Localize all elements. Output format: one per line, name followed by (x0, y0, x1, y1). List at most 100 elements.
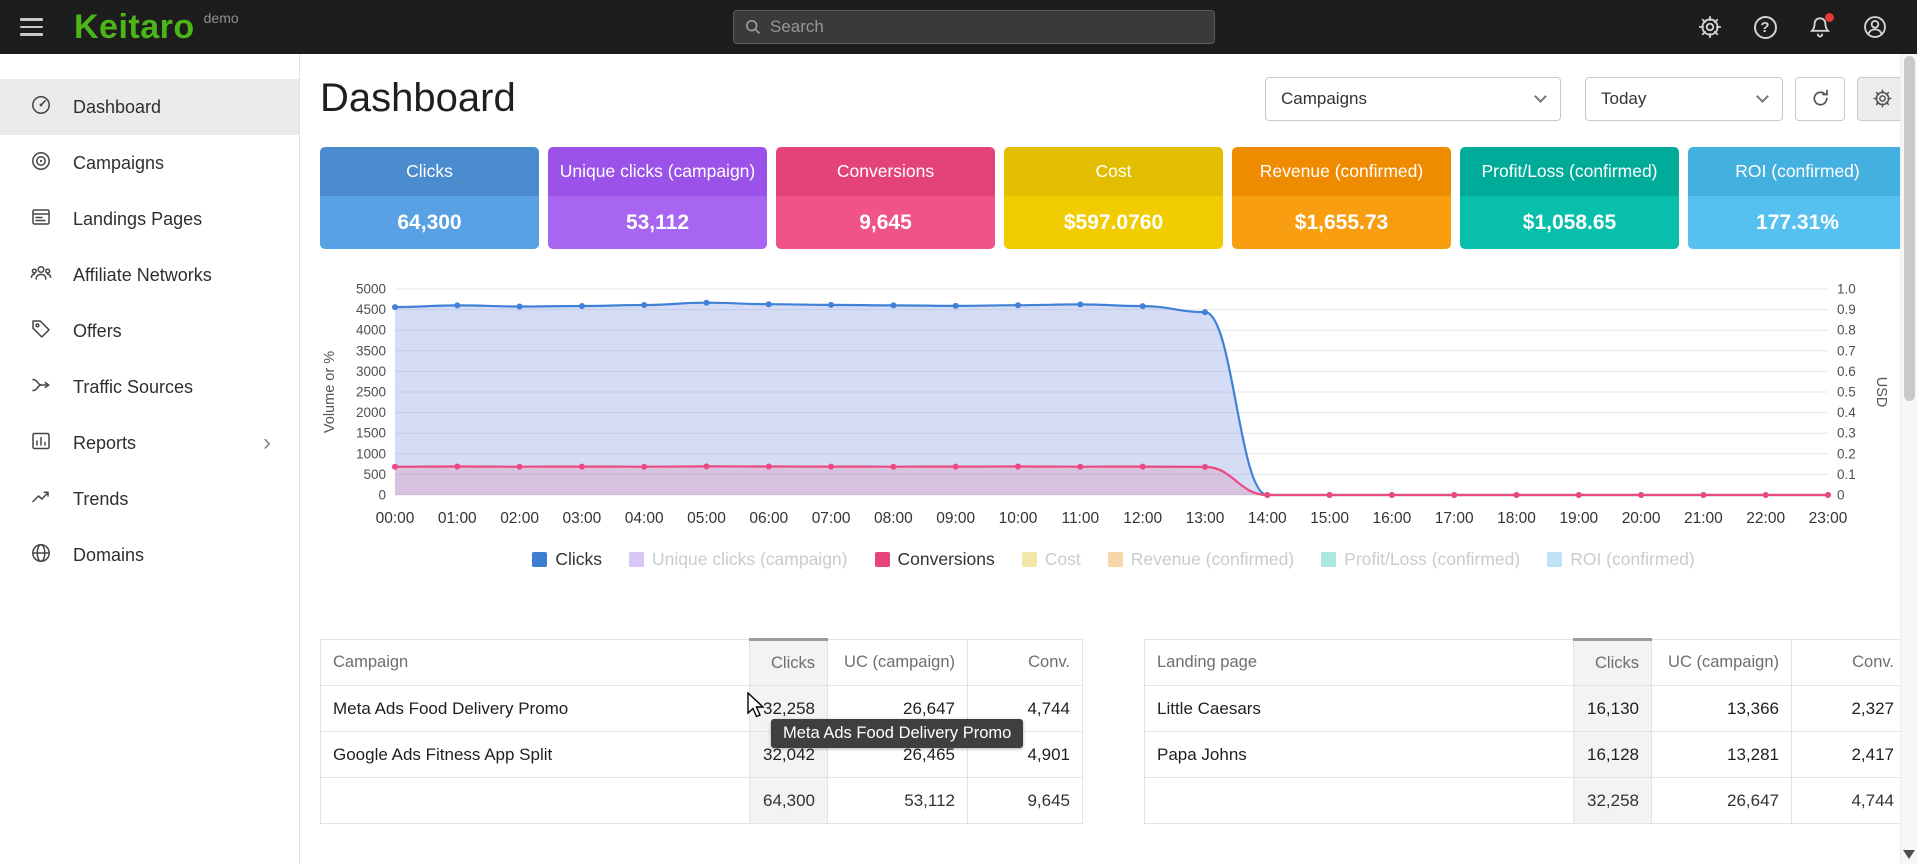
grouping-select[interactable]: Campaigns (1265, 77, 1561, 121)
legend-item-clicks[interactable]: Clicks (532, 549, 602, 570)
search-input[interactable] (770, 17, 1203, 37)
scroll-down-arrow[interactable] (1903, 850, 1915, 859)
svg-text:14:00: 14:00 (1248, 510, 1287, 527)
refresh-button[interactable] (1795, 77, 1845, 121)
hamburger-menu-button[interactable] (20, 18, 46, 36)
people-icon (30, 262, 52, 289)
hamburger-menu-icon (20, 18, 43, 21)
legend-label: Conversions (898, 549, 995, 570)
help-icon: ? (1754, 16, 1777, 39)
metric-card-profit-loss-confirmed[interactable]: Profit/Loss (confirmed)$1,058.65 (1460, 147, 1679, 249)
column-header-clicks[interactable]: Clicks (1574, 640, 1652, 686)
svg-text:22:00: 22:00 (1746, 510, 1785, 527)
metric-label: Clicks (320, 147, 539, 196)
row-tooltip: Meta Ads Food Delivery Promo (771, 719, 1023, 748)
sidebar-item-dashboard[interactable]: Dashboard (0, 79, 299, 135)
tag-icon (30, 318, 52, 345)
legend-label: Profit/Loss (confirmed) (1344, 549, 1520, 570)
legend-item-cost[interactable]: Cost (1022, 549, 1081, 570)
legend-item-revenue-confirmed[interactable]: Revenue (confirmed) (1108, 549, 1294, 570)
svg-text:16:00: 16:00 (1373, 510, 1412, 527)
report-icon (30, 430, 52, 457)
sidebar-item-landings-pages[interactable]: Landings Pages (0, 191, 299, 247)
metric-cards-row: Clicks64,300Unique clicks (campaign)53,1… (320, 147, 1907, 249)
svg-text:11:00: 11:00 (1061, 510, 1099, 527)
sidebar-item-label: Offers (73, 321, 122, 342)
sidebar-item-trends[interactable]: Trends (0, 471, 299, 527)
svg-text:2000: 2000 (356, 405, 386, 420)
globe-icon (30, 542, 52, 569)
app-logo[interactable]: Keitaro demo (74, 8, 239, 46)
legend-item-unique-clicks-campaign[interactable]: Unique clicks (campaign) (629, 549, 848, 570)
sidebar-item-traffic-sources[interactable]: Traffic Sources (0, 359, 299, 415)
column-header-uc-campaign[interactable]: UC (campaign) (828, 640, 968, 686)
metric-label: ROI (confirmed) (1688, 147, 1907, 196)
chart-legend: Clicks Unique clicks (campaign) Conversion… (320, 549, 1907, 570)
metric-card-unique-clicks-campaign[interactable]: Unique clicks (campaign)53,112 (548, 147, 767, 249)
metric-label: Conversions (776, 147, 995, 196)
sidebar-item-reports[interactable]: Reports› (0, 415, 299, 471)
topbar-actions: ? (1696, 13, 1889, 41)
metric-card-roi-confirmed[interactable]: ROI (confirmed)177.31% (1688, 147, 1907, 249)
scrollbar[interactable] (1900, 54, 1917, 864)
svg-text:2500: 2500 (356, 385, 386, 400)
metric-value: 53,112 (548, 196, 767, 249)
legend-item-profit-loss-confirmed[interactable]: Profit/Loss (confirmed) (1321, 549, 1520, 570)
table-row[interactable]: Little Caesars16,13013,3662,327 (1145, 686, 1907, 732)
svg-text:01:00: 01:00 (438, 510, 477, 527)
env-label: demo (204, 10, 239, 26)
metric-card-clicks[interactable]: Clicks64,300 (320, 147, 539, 249)
gauge-icon (30, 94, 52, 121)
sidebar-item-affiliate-networks[interactable]: Affiliate Networks (0, 247, 299, 303)
trend-icon (30, 486, 52, 513)
metric-card-revenue-confirmed[interactable]: Revenue (confirmed)$1,655.73 (1232, 147, 1451, 249)
table-row[interactable]: Papa Johns16,12813,2812,417 (1145, 732, 1907, 778)
sidebar-item-label: Landings Pages (73, 209, 202, 230)
svg-text:1500: 1500 (356, 426, 386, 441)
legend-item-roi-confirmed[interactable]: ROI (confirmed) (1547, 549, 1694, 570)
svg-text:00:00: 00:00 (376, 510, 415, 527)
help-button[interactable]: ? (1751, 13, 1779, 41)
metric-card-conversions[interactable]: Conversions9,645 (776, 147, 995, 249)
metric-label: Revenue (confirmed) (1232, 147, 1451, 196)
legend-label: Cost (1045, 549, 1081, 570)
landings-table: Landing pageClicksUC (campaign)Conv.Litt… (1144, 638, 1907, 824)
summary-tables: CampaignClicksUC (campaign)Conv.Meta Ads… (320, 638, 1907, 824)
settings-button[interactable] (1696, 13, 1724, 41)
pages-icon (30, 206, 52, 233)
sidebar-item-offers[interactable]: Offers (0, 303, 299, 359)
metric-card-cost[interactable]: Cost$597.0760 (1004, 147, 1223, 249)
column-header-uc-campaign[interactable]: UC (campaign) (1652, 640, 1792, 686)
sidebar-item-label: Trends (73, 489, 128, 510)
svg-text:04:00: 04:00 (625, 510, 664, 527)
merge-icon (30, 374, 52, 401)
legend-label: Revenue (confirmed) (1131, 549, 1294, 570)
notifications-button[interactable] (1806, 13, 1834, 41)
column-header-landing-page[interactable]: Landing page (1145, 640, 1574, 686)
column-header-conv[interactable]: Conv. (968, 640, 1083, 686)
gear-icon (1872, 88, 1893, 109)
page-title: Dashboard (320, 76, 516, 121)
sidebar-item-campaigns[interactable]: Campaigns (0, 135, 299, 191)
scrollbar-thumb[interactable] (1904, 56, 1915, 401)
svg-text:0.2: 0.2 (1837, 446, 1856, 461)
column-header-conv[interactable]: Conv. (1792, 640, 1907, 686)
daterange-select[interactable]: Today (1585, 77, 1783, 121)
account-button[interactable] (1861, 13, 1889, 41)
svg-text:10:00: 10:00 (999, 510, 1038, 527)
sidebar-item-domains[interactable]: Domains (0, 527, 299, 583)
legend-item-conversions[interactable]: Conversions (875, 549, 995, 570)
svg-text:4000: 4000 (356, 323, 386, 338)
user-avatar-icon (1862, 14, 1888, 40)
grouping-select-value: Campaigns (1281, 89, 1522, 109)
column-header-clicks[interactable]: Clicks (750, 640, 828, 686)
topbar: Keitaro demo ? (0, 0, 1917, 54)
svg-text:0.7: 0.7 (1837, 343, 1856, 358)
landings-table: Landing pageClicksUC (campaign)Conv.Litt… (1144, 638, 1907, 824)
main-content: Dashboard Campaigns Today (300, 54, 1917, 864)
target-icon (30, 150, 52, 177)
refresh-icon (1810, 88, 1831, 109)
totals-row: 32,25826,6474,744 (1145, 778, 1907, 824)
column-header-campaign[interactable]: Campaign (321, 640, 750, 686)
svg-text:Volume or %: Volume or % (322, 351, 338, 433)
